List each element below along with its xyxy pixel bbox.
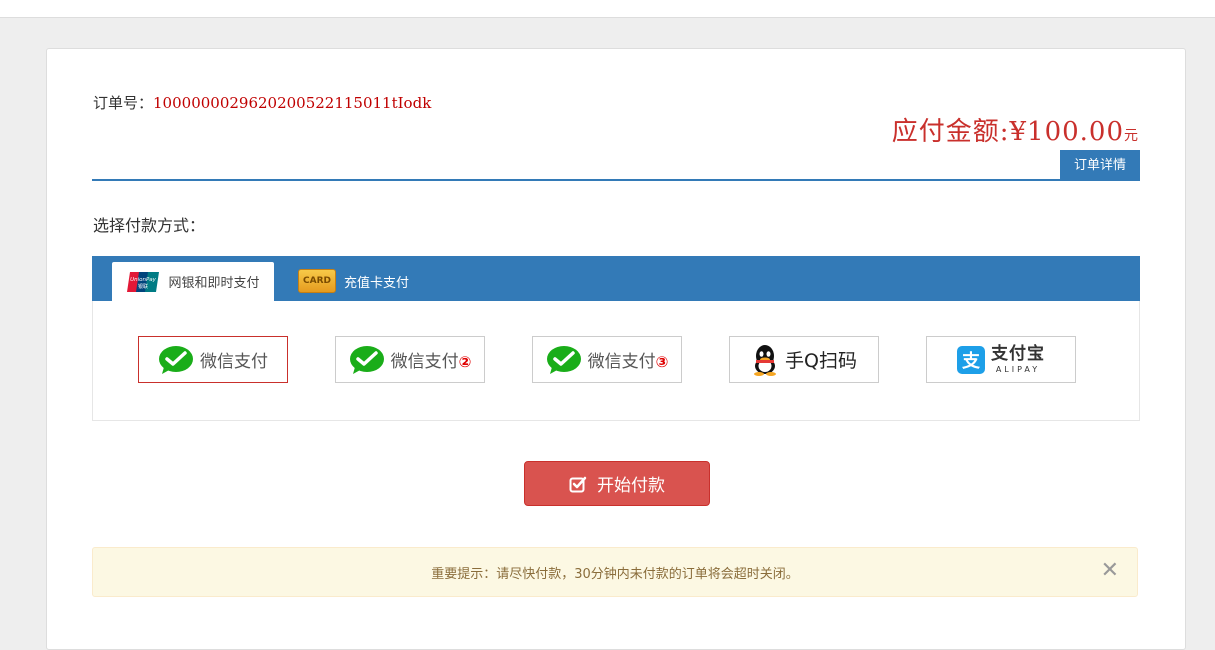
start-payment-label: 开始付款 [597,476,665,496]
close-icon[interactable]: ✕ [1101,560,1119,582]
method-label: 微信支付② [390,352,472,372]
method-label: 支付宝 [991,343,1045,364]
wechat-icon [546,345,581,374]
alipay-icon: 支 [957,345,985,374]
choose-payment-label: 选择付款方式： [93,216,206,235]
tab-online-banking-label: 网银和即时支付 [168,276,260,291]
amount-due: 应付金额:¥100.00元 [892,111,1139,148]
start-payment-button[interactable]: 开始付款 [524,461,710,506]
header-divider [92,179,1140,181]
payment-tab-bar: UnionPay 银联 网银和即时支付 CARD 充值卡支付 [92,256,1140,301]
method-wechat-pay-3[interactable]: 微信支付③ [532,336,682,383]
order-number-line: 订单号：1000000029620200522115011tIodk [93,92,431,113]
alipay-wordmark: 支付宝 ALIPAY [991,343,1045,374]
amount-due-label: 应付金额:¥100.00 [891,117,1124,147]
card-icon: CARD [298,269,336,293]
method-sublabel: ALIPAY [995,364,1041,374]
tab-prepaid-card-label: 充值卡支付 [344,275,410,291]
tab-online-banking[interactable]: UnionPay 银联 网银和即时支付 [112,262,274,301]
method-label: 微信支付③ [587,352,669,372]
method-qq-scan[interactable]: 手Q扫码 [729,336,879,383]
order-number-value: 1000000029620200522115011tIodk [153,94,432,112]
method-wechat-pay-2[interactable]: 微信支付② [335,336,485,383]
method-label: 手Q扫码 [785,350,857,372]
unionpay-icon: UnionPay 银联 [126,271,160,293]
wechat-icon [349,345,384,374]
wechat-icon [159,345,193,374]
svg-text:UnionPay: UnionPay [131,277,158,283]
amount-unit: 元 [1124,128,1139,144]
check-square-icon [569,476,587,492]
top-bar [0,0,1215,18]
qq-icon [754,344,777,376]
method-suffix: ② [458,353,472,371]
tab-prepaid-card[interactable]: CARD 充值卡支付 [296,262,411,300]
method-wechat-pay[interactable]: 微信支付 [138,336,288,383]
order-detail-button[interactable]: 订单详情 [1060,150,1140,181]
notice-text: 重要提示：请尽快付款，30分钟内未付款的订单将会超时关闭。 [431,566,799,582]
svg-text:支: 支 [961,350,981,372]
payment-card: 订单号：1000000029620200522115011tIodk 应付金额:… [46,48,1186,650]
method-label: 微信支付 [200,352,268,372]
method-suffix: ③ [655,353,669,371]
order-number-label: 订单号： [93,94,154,112]
payment-methods-panel: 微信支付 微信支付② 微信支付③ 手Q扫码 支 支付宝 ALIPAY [92,301,1140,421]
svg-text:银联: 银联 [138,283,148,290]
timeout-notice: 重要提示：请尽快付款，30分钟内未付款的订单将会超时关闭。 ✕ [92,547,1138,597]
method-alipay[interactable]: 支 支付宝 ALIPAY [926,336,1076,383]
